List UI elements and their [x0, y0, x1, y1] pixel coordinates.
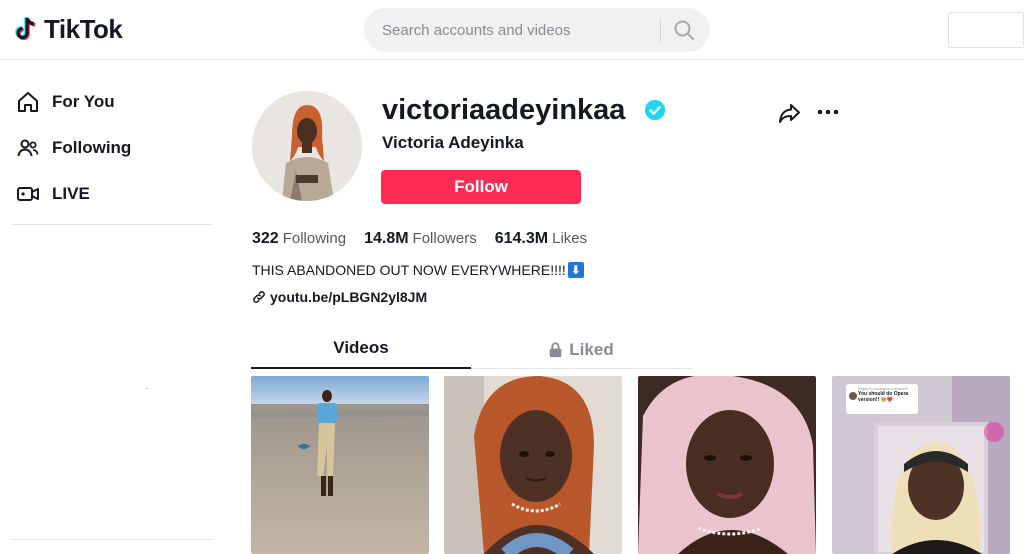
live-icon	[17, 187, 39, 201]
profile-display-name: Victoria Adeyinka	[382, 133, 524, 152]
tiktok-logo-icon	[15, 16, 36, 40]
tab-liked[interactable]: Liked	[471, 332, 691, 368]
home-icon	[18, 92, 38, 112]
search-icon[interactable]	[672, 18, 696, 42]
profile-link[interactable]: youtu.be/pLBGN2yl8JM	[252, 289, 427, 305]
logo-wordmark: TikTok	[44, 14, 123, 44]
top-header: TikTok	[0, 0, 1024, 60]
active-tab-indicator	[251, 367, 471, 369]
sidebar-item-label: For You	[52, 92, 115, 111]
sidebar: For You Following LIVE	[0, 60, 230, 554]
sidebar-divider-bottom	[12, 539, 212, 540]
following-label: Following	[282, 230, 347, 247]
likes-label: Likes	[552, 230, 588, 247]
tiktok-logo[interactable]: TikTok	[14, 14, 123, 45]
more-options-icon[interactable]	[816, 108, 840, 116]
avatar-image	[252, 91, 362, 201]
video-thumbnail[interactable]	[638, 376, 816, 554]
video-caption: Reply to cocklad's comment You should do…	[858, 386, 916, 403]
share-icon[interactable]	[777, 101, 801, 125]
bio-text: THIS ABANDONED OUT NOW EVERYWHERE!!!!	[252, 262, 566, 278]
following-stat[interactable]: 322 Following	[252, 230, 346, 248]
profile-bio: THIS ABANDONED OUT NOW EVERYWHERE!!!! ⬇	[252, 262, 584, 278]
avatar[interactable]	[252, 91, 362, 201]
likes-count: 614.3M	[494, 230, 549, 247]
sidebar-item-live[interactable]: LIVE	[16, 182, 90, 206]
profile-username: victoriaadeyinkaa	[382, 94, 626, 126]
tab-videos[interactable]: Videos	[251, 332, 471, 368]
sidebar-dot	[146, 388, 148, 389]
followers-label: Followers	[412, 230, 477, 247]
followers-count: 14.8M	[364, 230, 409, 247]
video-thumbnail[interactable]	[251, 376, 429, 554]
profile-tabs: Videos Liked	[251, 332, 691, 369]
tab-label: Liked	[569, 340, 614, 359]
header-action-box[interactable]	[948, 12, 1024, 48]
users-icon	[17, 139, 39, 157]
tab-label: Videos	[333, 338, 389, 357]
sidebar-item-for-you[interactable]: For You	[16, 90, 115, 114]
follow-button[interactable]: Follow	[381, 170, 581, 204]
search-input[interactable]	[380, 20, 654, 40]
sidebar-item-label: LIVE	[52, 184, 90, 203]
search-bar	[364, 8, 710, 52]
beach-photo	[251, 376, 429, 554]
video-thumbnail[interactable]	[444, 376, 622, 554]
video-thumbnail[interactable]: Reply to cocklad's comment You should do…	[832, 376, 1010, 554]
following-count: 322	[252, 230, 279, 247]
sidebar-divider	[12, 224, 212, 225]
verified-badge-icon	[644, 99, 666, 121]
down-arrow-emoji-icon: ⬇	[567, 262, 584, 278]
lock-icon	[550, 342, 562, 358]
link-icon	[253, 291, 265, 303]
selfie-photo	[444, 376, 622, 554]
search-divider	[660, 18, 661, 42]
sidebar-item-following[interactable]: Following	[16, 136, 131, 160]
likes-stat: 614.3M Likes	[495, 230, 587, 248]
profile-stats: 322 Following 14.8M Followers 614.3M Likes	[252, 230, 587, 248]
followers-stat[interactable]: 14.8M Followers	[364, 230, 477, 248]
sidebar-item-label: Following	[52, 138, 132, 157]
profile-link-text: youtu.be/pLBGN2yl8JM	[270, 289, 428, 305]
pink-hair-photo	[638, 376, 816, 554]
video-caption-line: You should do Opera version!! 🥹❤️	[858, 391, 909, 403]
